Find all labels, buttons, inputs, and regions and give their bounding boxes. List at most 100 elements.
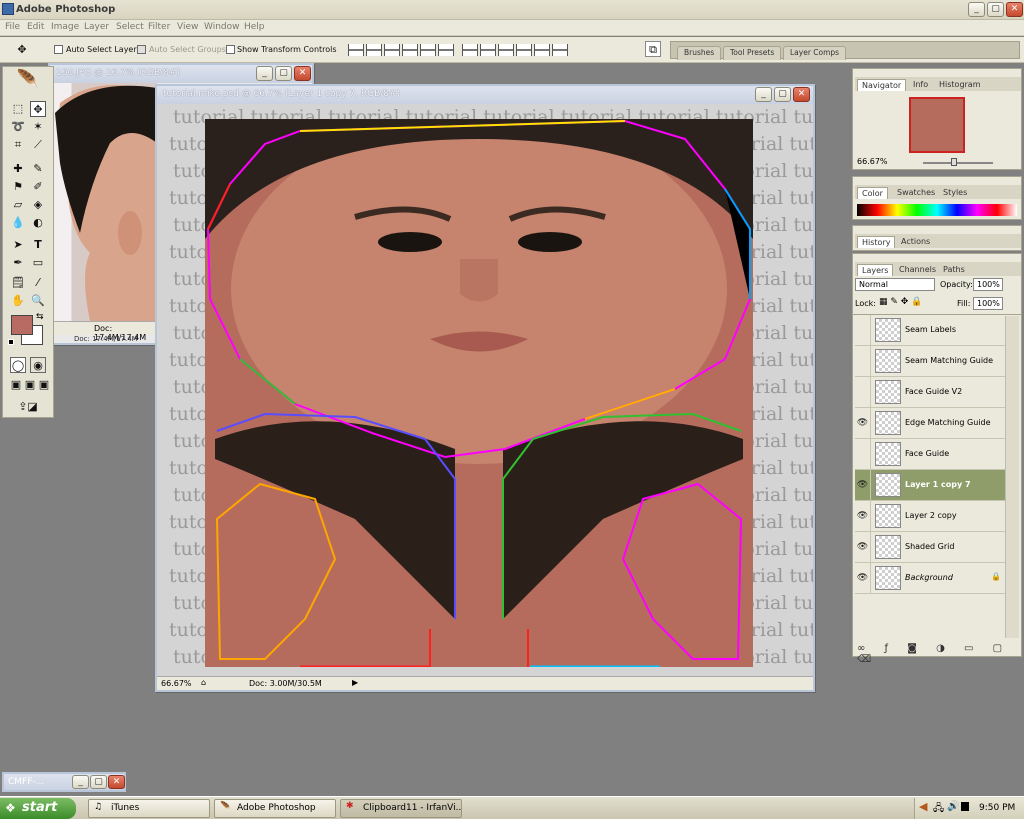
- clone-stamp-icon[interactable]: ⚑: [10, 179, 26, 195]
- auto-select-groups-checkbox[interactable]: [137, 45, 146, 54]
- layer-visibility-eye-icon[interactable]: 👁: [855, 408, 871, 439]
- close-button[interactable]: ✕: [1006, 2, 1023, 17]
- lock-icons[interactable]: ▦ ✎ ✥ 🔒: [879, 297, 922, 307]
- lasso-tool-icon[interactable]: ➰: [10, 119, 26, 135]
- move-tool-icon[interactable]: ✥: [30, 101, 46, 117]
- tab-history[interactable]: History: [857, 236, 896, 248]
- doc-160-close-button[interactable]: ✕: [294, 66, 311, 81]
- layer-row[interactable]: 👁 Layer 1 copy 7: [855, 470, 1009, 501]
- auto-select-layer-checkbox[interactable]: [54, 45, 63, 54]
- menu-help[interactable]: Help: [244, 22, 265, 32]
- menu-file[interactable]: File: [5, 22, 20, 32]
- tab-swatches[interactable]: Swatches: [893, 187, 939, 198]
- tab-info[interactable]: Info: [909, 79, 932, 90]
- layer-row[interactable]: Face Guide V2: [855, 377, 1009, 408]
- minimized-maximize-button[interactable]: ▢: [90, 775, 107, 789]
- default-colors-icon[interactable]: [8, 339, 14, 345]
- zoom-tool-icon[interactable]: 🔍: [30, 293, 46, 309]
- layer-visibility-eye-icon[interactable]: [855, 377, 871, 408]
- distribute-top-icon[interactable]: [462, 44, 478, 56]
- distribute-bottom-icon[interactable]: [498, 44, 514, 56]
- layer-visibility-eye-icon[interactable]: 👁: [855, 563, 871, 594]
- swap-colors-icon[interactable]: ⇆: [36, 312, 44, 322]
- distribute-vcenter-icon[interactable]: [480, 44, 496, 56]
- tray-app-icon[interactable]: [961, 802, 969, 811]
- tray-expand-icon[interactable]: ◀: [919, 800, 927, 813]
- tab-styles[interactable]: Styles: [939, 187, 971, 198]
- navigator-zoom[interactable]: 66.67%: [857, 157, 888, 166]
- layers-footer-icons[interactable]: ∞ ƒ ◙ ◑ ▭ ▢ ⌫: [857, 643, 1021, 665]
- doc-main-title-bar[interactable]: tutorial.miko.psd @ 66.7% (Layer 1 copy …: [157, 86, 813, 104]
- notes-tool-icon[interactable]: 🗒: [10, 275, 26, 291]
- layer-row[interactable]: 👁 Shaded Grid: [855, 532, 1009, 563]
- doc-main-maximize-button[interactable]: ▢: [774, 87, 791, 102]
- layer-visibility-eye-icon[interactable]: 👁: [855, 470, 871, 501]
- healing-brush-icon[interactable]: ✚: [10, 161, 26, 177]
- history-brush-icon[interactable]: ✐: [30, 179, 46, 195]
- type-tool-icon[interactable]: T: [30, 237, 46, 253]
- align-bottom-icon[interactable]: [384, 44, 400, 56]
- screen-mode-full-icon[interactable]: ▣: [36, 377, 52, 393]
- align-hcenter-icon[interactable]: [420, 44, 436, 56]
- minimized-close-button[interactable]: ✕: [108, 775, 125, 789]
- navigator-zoom-handle[interactable]: [951, 158, 957, 166]
- maximize-button[interactable]: ▢: [987, 2, 1004, 17]
- taskbar-photoshop[interactable]: 🪶 Adobe Photoshop: [214, 799, 336, 818]
- distribute-hcenter-icon[interactable]: [534, 44, 550, 56]
- slice-tool-icon[interactable]: ⟋: [30, 137, 46, 153]
- layer-row[interactable]: 👁 Background 🔒: [855, 563, 1009, 594]
- crop-tool-icon[interactable]: ⌗: [10, 137, 26, 153]
- taskbar-irfanview[interactable]: ✱ Clipboard11 - IrfanVi...: [340, 799, 462, 818]
- tab-channels[interactable]: Channels: [895, 264, 940, 275]
- layer-visibility-eye-icon[interactable]: [855, 439, 871, 470]
- navigator-zoom-slider[interactable]: [923, 162, 993, 164]
- layer-row[interactable]: Seam Matching Guide: [855, 346, 1009, 377]
- start-button[interactable]: ❖ start: [0, 798, 76, 819]
- marquee-tool-icon[interactable]: ⬚: [10, 101, 26, 117]
- layer-visibility-eye-icon[interactable]: 👁: [855, 501, 871, 532]
- minimize-button[interactable]: _: [968, 2, 985, 17]
- hand-tool-icon[interactable]: ✋: [10, 293, 26, 309]
- status-arrow-icon[interactable]: ▶: [352, 678, 358, 687]
- quick-mask-icon[interactable]: ◉: [30, 357, 46, 373]
- layer-row[interactable]: Seam Labels: [855, 315, 1009, 346]
- distribute-left-icon[interactable]: [516, 44, 532, 56]
- minimized-window[interactable]: CMFF-... _ ▢ ✕: [2, 772, 126, 792]
- move-tool-preset-icon[interactable]: ✥: [14, 42, 30, 58]
- menu-image[interactable]: Image: [51, 22, 79, 32]
- eraser-tool-icon[interactable]: ▱: [10, 197, 26, 213]
- doc-160-minimize-button[interactable]: _: [256, 66, 273, 81]
- tab-paths[interactable]: Paths: [939, 264, 969, 275]
- well-tab-brushes[interactable]: Brushes: [677, 46, 722, 60]
- tab-histogram[interactable]: Histogram: [935, 79, 985, 90]
- doc-window-main[interactable]: tutorial.miko.psd @ 66.7% (Layer 1 copy …: [155, 84, 815, 692]
- blur-tool-icon[interactable]: 💧: [10, 215, 26, 231]
- layers-scrollbar[interactable]: [1005, 316, 1019, 638]
- paint-bucket-icon[interactable]: ◈: [30, 197, 46, 213]
- tab-color[interactable]: Color: [857, 187, 888, 199]
- menu-edit[interactable]: Edit: [27, 22, 44, 32]
- doc-main-minimize-button[interactable]: _: [755, 87, 772, 102]
- layer-visibility-eye-icon[interactable]: 👁: [855, 532, 871, 563]
- blend-mode-select[interactable]: Normal: [855, 278, 935, 291]
- menu-view[interactable]: View: [177, 22, 198, 32]
- color-ramp[interactable]: [857, 204, 1017, 216]
- magic-wand-tool-icon[interactable]: ✶: [30, 119, 46, 135]
- tray-volume-icon[interactable]: 🔊: [947, 801, 959, 812]
- layer-visibility-eye-icon[interactable]: [855, 315, 871, 346]
- well-tab-layer-comps[interactable]: Layer Comps: [783, 46, 847, 60]
- doc-main-zoom[interactable]: 66.67%: [161, 679, 192, 688]
- standard-mode-icon[interactable]: ◯: [10, 357, 26, 373]
- brush-tool-icon[interactable]: ✎: [30, 161, 46, 177]
- tray-network-icon[interactable]: 🖧: [933, 801, 944, 818]
- tab-navigator[interactable]: Navigator: [857, 79, 907, 91]
- foreground-color-swatch[interactable]: [11, 315, 33, 335]
- path-select-icon[interactable]: ➤: [10, 237, 26, 253]
- shape-tool-icon[interactable]: ▭: [30, 255, 46, 271]
- doc-160-canvas[interactable]: [50, 83, 157, 321]
- taskbar-itunes[interactable]: ♫ iTunes: [88, 799, 210, 818]
- layer-row[interactable]: Face Guide: [855, 439, 1009, 470]
- tab-layers[interactable]: Layers: [857, 264, 894, 276]
- jump-to-imageready-icon[interactable]: ⇪◪: [10, 399, 46, 415]
- layer-visibility-eye-icon[interactable]: [855, 346, 871, 377]
